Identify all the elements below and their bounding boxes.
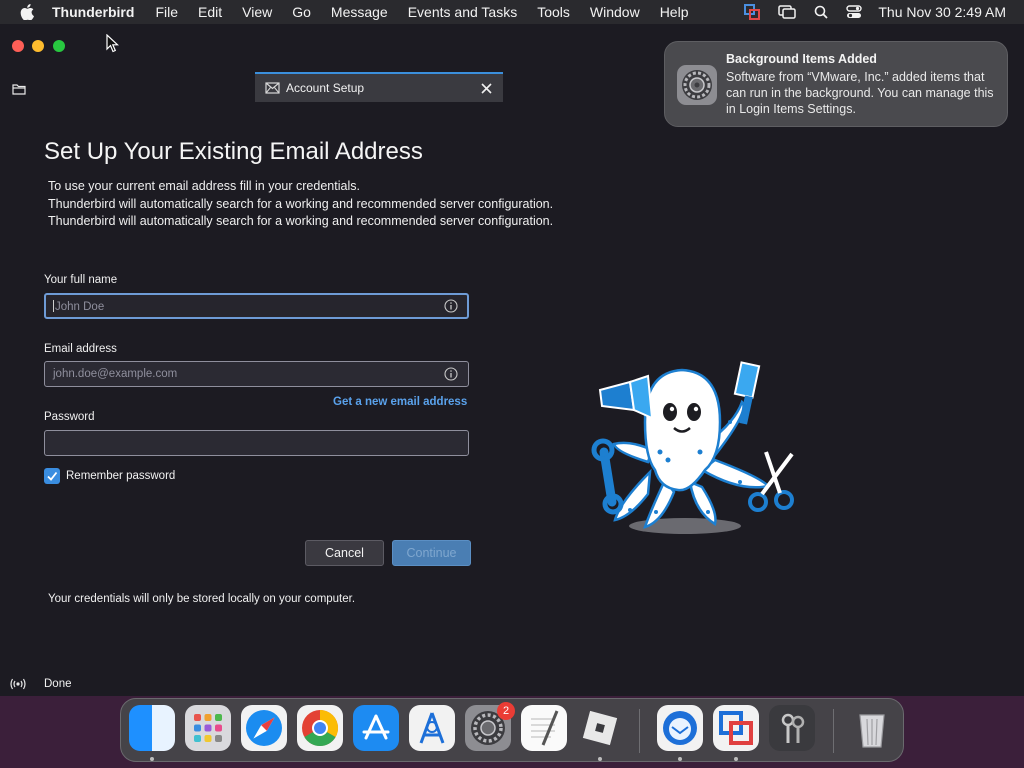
dock-safari-icon[interactable] xyxy=(241,705,287,751)
text-caret xyxy=(53,300,54,312)
system-settings-gear-icon xyxy=(677,65,717,105)
dock-separator xyxy=(833,709,834,753)
menu-help[interactable]: Help xyxy=(660,4,689,20)
dock: 2 xyxy=(120,698,904,762)
dock-finder-icon[interactable] xyxy=(129,705,175,751)
notification-body: Software from “VMware, Inc.” added items… xyxy=(726,70,994,116)
remember-password-checkbox[interactable] xyxy=(44,468,60,484)
menu-go[interactable]: Go xyxy=(292,4,311,20)
tab-close-icon[interactable] xyxy=(477,79,495,97)
menu-events-and-tasks[interactable]: Events and Tasks xyxy=(408,4,517,20)
menubar-clock[interactable]: Thu Nov 30 2:49 AM xyxy=(878,4,1006,20)
email-input[interactable]: john.doe@example.com xyxy=(44,361,469,387)
control-center-icon[interactable] xyxy=(846,5,863,19)
remember-password-label: Remember password xyxy=(66,470,176,482)
status-text: Done xyxy=(44,678,72,690)
account-setup-page: Set Up Your Existing Email Address To us… xyxy=(0,104,1024,684)
mouse-cursor-icon xyxy=(106,34,119,53)
tab-label: Account Setup xyxy=(286,81,365,95)
full-name-placeholder: John Doe xyxy=(55,301,105,313)
info-icon[interactable] xyxy=(444,367,458,384)
full-name-input[interactable]: John Doe xyxy=(44,293,469,319)
dock-vmware-fusion-icon[interactable] xyxy=(713,705,759,751)
dock-roblox-icon[interactable] xyxy=(577,705,623,751)
menu-file[interactable]: File xyxy=(155,4,178,20)
menu-app-name[interactable]: Thunderbird xyxy=(52,4,134,20)
password-label: Password xyxy=(44,411,95,423)
notification-title: Background Items Added xyxy=(726,52,877,66)
cancel-button[interactable]: Cancel xyxy=(305,540,384,566)
dock-keychain-access-icon[interactable] xyxy=(769,705,815,751)
intro-text: To use your current email address fill i… xyxy=(48,178,553,231)
search-icon[interactable] xyxy=(814,5,828,19)
intro-line: Thunderbird will automatically search fo… xyxy=(48,214,554,228)
apple-logo-icon[interactable] xyxy=(20,4,34,20)
get-new-email-link[interactable]: Get a new email address xyxy=(333,396,467,408)
window-close-button[interactable] xyxy=(12,40,24,52)
window-zoom-button[interactable] xyxy=(53,40,65,52)
menu-view[interactable]: View xyxy=(242,4,272,20)
account-setup-envelope-icon xyxy=(265,82,280,94)
status-bar: Done xyxy=(0,672,1024,696)
intro-line: To use your current email address fill i… xyxy=(48,179,360,193)
octopus-mascot-illustration xyxy=(591,361,794,534)
window-minimize-button[interactable] xyxy=(32,40,44,52)
dock-launchpad-icon[interactable] xyxy=(185,705,231,751)
full-name-label: Your full name xyxy=(44,274,118,286)
dock-running-indicator xyxy=(734,757,738,761)
dock-instruments-icon[interactable] xyxy=(409,705,455,751)
dock-app-store-icon[interactable] xyxy=(353,705,399,751)
dock-textedit-icon[interactable] xyxy=(521,705,567,751)
dock-trash-icon[interactable] xyxy=(849,705,895,751)
dock-running-indicator xyxy=(598,757,602,761)
remember-password-row: Remember password xyxy=(44,468,175,484)
menu-message[interactable]: Message xyxy=(331,4,388,20)
menu-bar: Thunderbird File Edit View Go Message Ev… xyxy=(0,0,1024,24)
continue-button[interactable]: Continue xyxy=(392,540,471,566)
menu-tools[interactable]: Tools xyxy=(537,4,570,20)
info-icon[interactable] xyxy=(444,299,458,316)
settings-notification-badge: 2 xyxy=(497,702,515,720)
screen-mirroring-icon[interactable] xyxy=(778,5,797,19)
dock-running-indicator xyxy=(150,757,154,761)
menu-edit[interactable]: Edit xyxy=(198,4,222,20)
email-label: Email address xyxy=(44,343,117,355)
password-input[interactable] xyxy=(44,430,469,456)
vmware-status-icon[interactable] xyxy=(744,4,761,20)
tab-account-setup[interactable]: Account Setup xyxy=(255,72,503,102)
credentials-note: Your credentials will only be stored loc… xyxy=(48,593,356,605)
background-items-notification[interactable]: Background Items Added Software from “VM… xyxy=(664,41,1008,127)
folder-icon[interactable] xyxy=(12,82,26,100)
intro-line: Thunderbird will automatically search fo… xyxy=(48,196,554,211)
dock-thunderbird-icon[interactable] xyxy=(657,705,703,751)
broadcast-status-icon xyxy=(10,678,26,690)
menu-window[interactable]: Window xyxy=(590,4,640,20)
dock-separator xyxy=(639,709,640,753)
dock-chrome-icon[interactable] xyxy=(297,705,343,751)
menubar-status-area: Thu Nov 30 2:49 AM xyxy=(726,0,1006,24)
dock-running-indicator xyxy=(678,757,682,761)
email-placeholder: john.doe@example.com xyxy=(53,368,178,380)
checkmark-icon xyxy=(47,471,58,481)
page-title: Set Up Your Existing Email Address xyxy=(44,138,423,165)
